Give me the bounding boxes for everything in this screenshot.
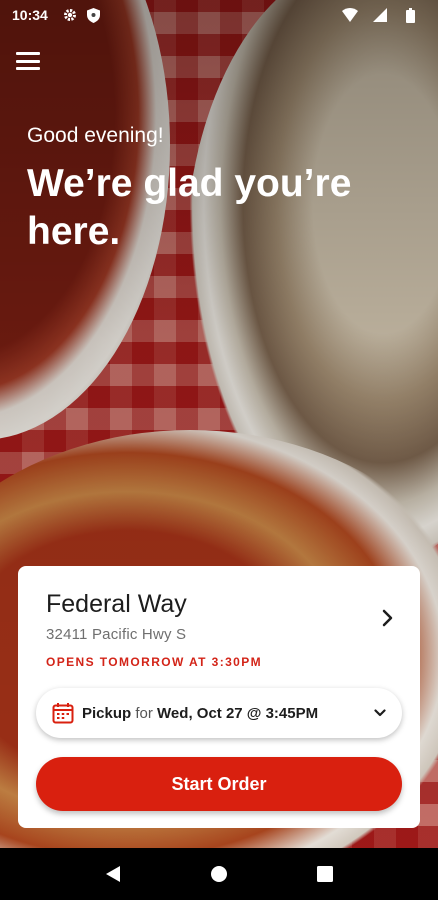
pickup-connector: for <box>135 704 153 722</box>
store-card: Federal Way 32411 Pacific Hwy S OPENS TO… <box>18 566 420 828</box>
store-hours-status: OPENS TOMORROW AT 3:30PM <box>46 655 263 669</box>
recents-icon[interactable] <box>305 854 345 894</box>
back-icon[interactable] <box>93 854 133 894</box>
store-name[interactable]: Federal Way <box>46 590 187 619</box>
start-order-button[interactable]: Start Order <box>36 757 402 811</box>
gear-icon <box>62 7 78 23</box>
chevron-down-icon <box>372 705 388 721</box>
signal-icon <box>372 7 388 23</box>
status-time: 10:34 <box>12 7 48 23</box>
system-navigation-bar <box>0 848 438 900</box>
headline-text: We’re glad you’re here. <box>27 162 352 253</box>
greeting-text: Good evening! <box>27 124 164 147</box>
shield-icon <box>86 7 102 23</box>
pickup-label: Pickup for Wed, Oct 27 @ 3:45PM <box>82 705 318 722</box>
status-bar: 10:34 <box>0 0 438 30</box>
hamburger-menu-icon[interactable] <box>16 50 40 72</box>
pickup-mode: Pickup <box>82 704 132 722</box>
wifi-icon <box>342 7 358 23</box>
pickup-time-selector[interactable]: Pickup for Wed, Oct 27 @ 3:45PM <box>36 688 402 738</box>
pickup-datetime: Wed, Oct 27 @ 3:45PM <box>157 704 319 722</box>
store-address: 32411 Pacific Hwy S <box>46 626 187 643</box>
battery-icon <box>402 7 418 23</box>
chevron-right-icon[interactable] <box>378 606 398 630</box>
calendar-icon <box>52 702 74 724</box>
home-icon[interactable] <box>199 854 239 894</box>
